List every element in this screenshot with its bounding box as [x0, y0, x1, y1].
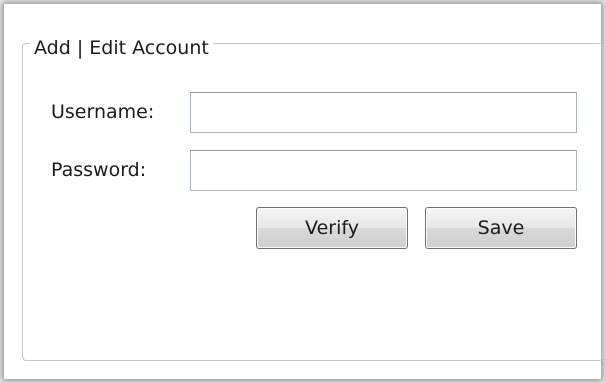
save-button[interactable]: Save: [425, 207, 577, 249]
password-input[interactable]: [190, 150, 577, 191]
groupbox-title: Add | Edit Account: [30, 36, 213, 60]
username-input[interactable]: [190, 92, 577, 133]
verify-button[interactable]: Verify: [256, 207, 408, 249]
username-label: Username:: [51, 101, 155, 123]
password-label: Password:: [51, 159, 147, 181]
account-groupbox: [22, 43, 603, 361]
